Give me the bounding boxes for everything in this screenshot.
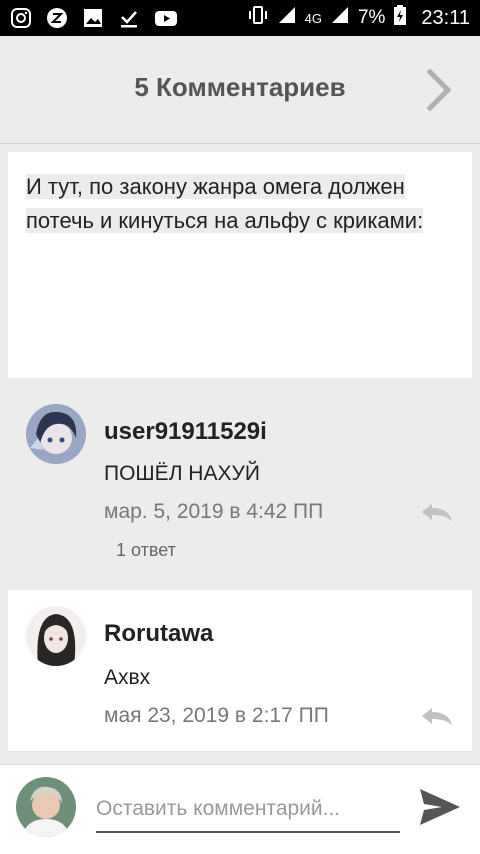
send-icon[interactable] (418, 787, 462, 827)
avatar[interactable] (26, 606, 86, 666)
comment-username[interactable]: user91911529i (104, 418, 267, 446)
battery-charging-icon (393, 4, 407, 32)
post-card: И тут, по закону жанра омега должен поте… (8, 152, 472, 378)
my-avatar[interactable] (16, 777, 76, 837)
post-text: И тут, по закону жанра омега должен поте… (26, 170, 466, 238)
app-z-icon (46, 7, 68, 29)
notification-icons (10, 7, 177, 29)
comment-username[interactable]: Rorutawa (104, 620, 213, 648)
comment-date: мар. 5, 2019 в 4:42 ПП (104, 500, 324, 523)
avatar[interactable] (26, 404, 86, 464)
comment-date: мая 23, 2019 в 2:17 ПП (104, 704, 329, 727)
comment-composer (0, 764, 480, 854)
signal-icon (277, 5, 297, 31)
page-title: 5 Комментариев (134, 72, 346, 102)
signal-icon-2 (330, 5, 350, 31)
comment: user91911529i ПОШЁЛ НАХУЙ мар. 5, 2019 в… (8, 388, 472, 578)
header: 5 Комментариев (0, 36, 480, 144)
vibrate-icon (247, 4, 269, 32)
download-done-icon (118, 7, 140, 29)
gallery-icon (82, 7, 104, 29)
reply-icon[interactable] (420, 706, 454, 726)
clock: 23:11 (421, 6, 470, 29)
comment: Rorutawa Ахвх мая 23, 2019 в 2:17 ПП (8, 590, 472, 752)
youtube-icon (154, 7, 177, 29)
comment-input[interactable] (96, 787, 400, 833)
replies-link[interactable]: 1 ответ (116, 540, 176, 561)
reply-icon[interactable] (420, 502, 454, 522)
post-text-content: И тут, по закону жанра омега должен поте… (26, 174, 424, 233)
instagram-icon (10, 7, 32, 29)
battery-percent: 7% (357, 7, 386, 28)
system-icons: 4G 7% 23:11 (247, 4, 470, 32)
network-type: 4G (304, 10, 322, 26)
comment-text: Ахвх (104, 666, 151, 689)
comment-text: ПОШЁЛ НАХУЙ (104, 462, 260, 485)
status-bar: 4G 7% 23:11 (0, 0, 480, 36)
chevron-right-icon[interactable] (424, 68, 454, 112)
